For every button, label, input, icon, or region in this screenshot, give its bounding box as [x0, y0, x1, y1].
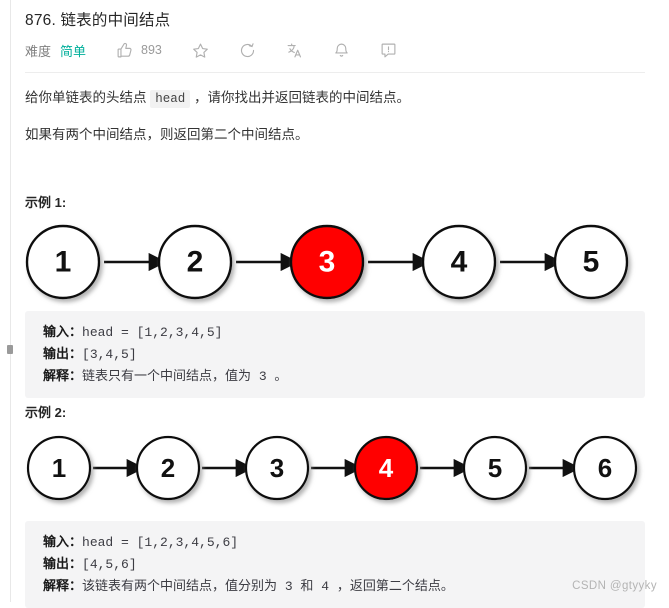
example-1-explain-line: 解释：链表只有一个中间结点，值为 3 。 [43, 365, 645, 387]
input-key: 输入： [43, 534, 83, 549]
example-1-code-block: 输入：head = [1,2,3,4,5] 输出：[3,4,5] 解释：链表只有… [25, 311, 645, 398]
watermark: CSDN @gtyyky [572, 580, 657, 592]
output-value: [3,4,5] [82, 347, 137, 362]
list-node-value: 5 [583, 246, 600, 279]
list-node: 1 [26, 435, 92, 501]
difficulty-label: 难度 [25, 43, 52, 59]
translate-button[interactable] [286, 42, 303, 59]
comment-icon [380, 42, 397, 59]
list-node-highlighted: 3 [289, 224, 365, 300]
explain-key: 解释： [43, 578, 83, 593]
list-node: 6 [572, 435, 638, 501]
description-paragraph-1: 给你单链表的头结点 head ，请你找出并返回链表的中间结点。 [25, 88, 410, 109]
list-node-value: 2 [187, 246, 204, 279]
example-1-output-line: 输出：[3,4,5] [43, 343, 645, 365]
list-node: 5 [462, 435, 528, 501]
list-node: 2 [157, 224, 233, 300]
explain-value: 链表只有一个中间结点，值为 3 。 [82, 369, 288, 384]
share-icon [239, 42, 256, 59]
list-node-highlighted: 4 [353, 435, 419, 501]
panel-resize-handle[interactable] [7, 345, 13, 354]
example-2-output-line: 输出：[4,5,6] [43, 553, 645, 575]
list-node-value: 4 [379, 453, 394, 483]
translate-icon [286, 42, 303, 59]
example-1-diagram: 1 2 3 4 5 [25, 218, 645, 306]
star-icon [192, 42, 209, 59]
example-2-code-block: 输入：head = [1,2,3,4,5,6] 输出：[4,5,6] 解释：该链… [25, 521, 645, 608]
notification-button[interactable] [333, 42, 350, 59]
example-1-input-line: 输入：head = [1,2,3,4,5] [43, 321, 645, 343]
example-2-diagram: 1 2 3 4 5 6 [25, 428, 645, 508]
input-value: head = [1,2,3,4,5] [82, 325, 223, 340]
list-node-value: 4 [451, 246, 468, 279]
list-node: 1 [25, 224, 101, 300]
description-paragraph-2: 如果有两个中间结点，则返回第二个中间结点。 [25, 127, 309, 142]
linked-list-svg-1: 1 2 3 4 5 [25, 224, 629, 300]
example-2-input-line: 输入：head = [1,2,3,4,5,6] [43, 531, 645, 553]
list-node-value: 5 [488, 453, 502, 483]
output-value: [4,5,6] [82, 557, 137, 572]
input-key: 输入： [43, 324, 83, 339]
left-divider [10, 0, 11, 602]
list-node-value: 3 [319, 246, 336, 279]
header-divider [25, 72, 645, 73]
list-node: 5 [553, 224, 629, 300]
description-text-before: 给你单链表的头结点 [25, 90, 147, 105]
page-title: 876. 链表的中间结点 [25, 12, 171, 29]
example-2-heading: 示例 2: [25, 405, 67, 420]
list-node-value: 3 [270, 453, 284, 483]
favorite-button[interactable] [192, 42, 209, 59]
inline-code-head: head [150, 90, 191, 108]
bell-icon [333, 42, 350, 59]
thumbs-up-icon [116, 42, 133, 59]
example-1-heading: 示例 1: [25, 195, 67, 210]
linked-list-svg-2: 1 2 3 4 5 6 [26, 435, 638, 501]
list-node: 4 [421, 224, 497, 300]
explain-key: 解释： [43, 368, 83, 383]
share-button[interactable] [239, 42, 256, 59]
list-node: 3 [244, 435, 310, 501]
like-button[interactable]: 893 [116, 42, 162, 59]
list-node-value: 1 [52, 453, 66, 483]
input-value: head = [1,2,3,4,5,6] [82, 535, 239, 550]
problem-page: 876. 链表的中间结点 难度 简单 893 给你单链表的头结点 head ，请… [0, 0, 669, 608]
list-node: 2 [135, 435, 201, 501]
list-node-value: 2 [161, 453, 175, 483]
difficulty-value[interactable]: 简单 [60, 41, 86, 60]
problem-toolbar: 难度 简单 893 [25, 38, 427, 62]
explain-value: 该链表有两个中间结点，值分别为 3 和 4 ，返回第二个结点。 [82, 579, 454, 594]
list-node-value: 1 [55, 246, 72, 279]
list-node-value: 6 [598, 453, 612, 483]
output-key: 输出： [43, 556, 83, 571]
like-count: 893 [141, 43, 162, 57]
output-key: 输出： [43, 346, 83, 361]
description-text-after: ，请你找出并返回链表的中间结点。 [194, 90, 411, 105]
report-button[interactable] [380, 42, 397, 59]
example-2-explain-line: 解释：该链表有两个中间结点，值分别为 3 和 4 ，返回第二个结点。 [43, 575, 645, 597]
